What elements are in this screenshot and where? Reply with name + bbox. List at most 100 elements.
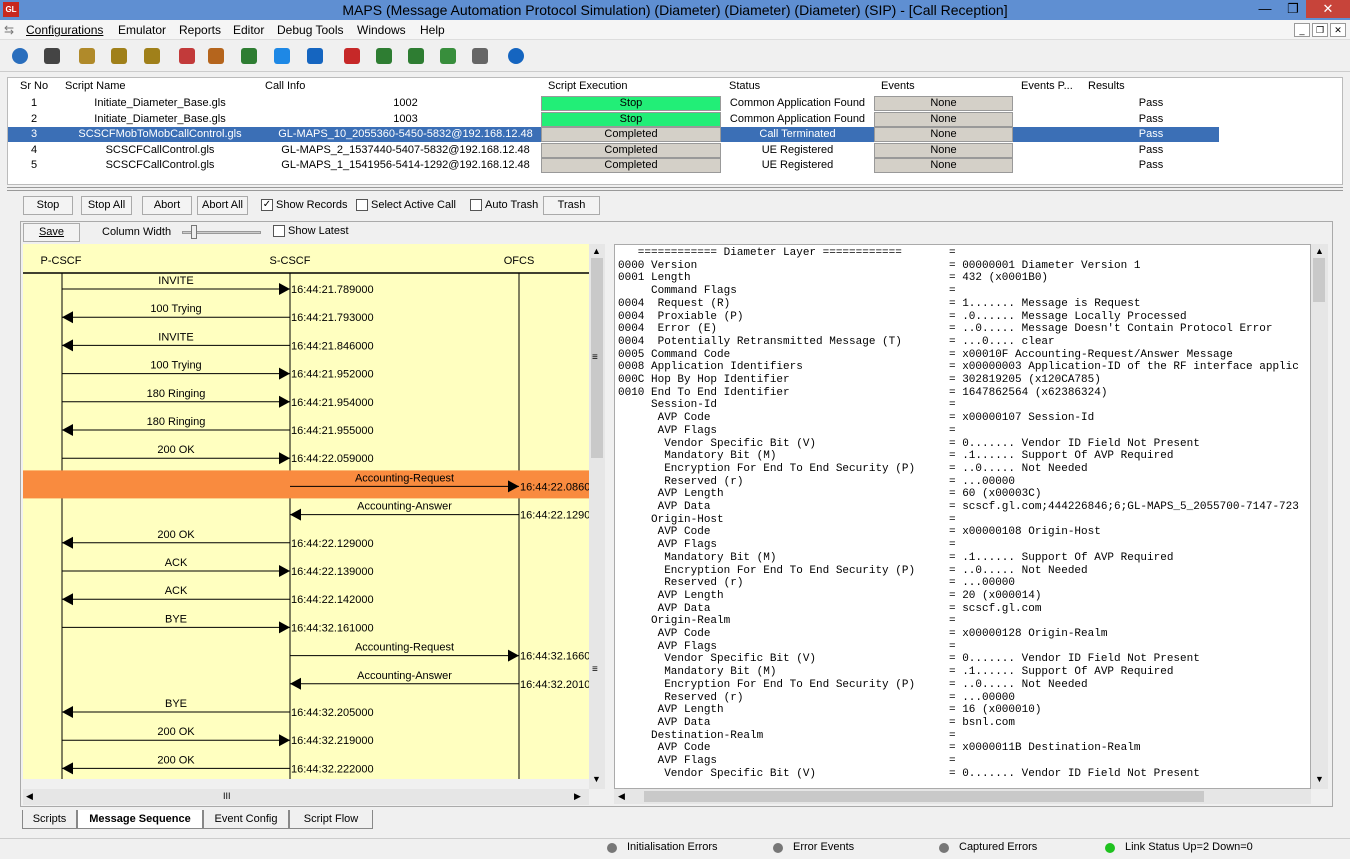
help-icon[interactable] <box>504 44 528 68</box>
decode-line[interactable]: 0000 Version = 00000001 Diameter Version … <box>618 260 1310 273</box>
decode-line[interactable]: AVP Length = 60 (x00003C) <box>618 488 1310 501</box>
table-row[interactable]: 2 Initiate_Diameter_Base.gls 1003 Stop Commo… <box>8 111 1344 127</box>
decode-line[interactable]: AVP Flags = <box>618 755 1310 768</box>
decode-line[interactable]: 0004 Error (E) = ..0..... Message Doesn't… <box>618 323 1310 336</box>
menu-help[interactable]: Help <box>420 23 445 37</box>
profile2-icon[interactable] <box>140 44 164 68</box>
database-icon[interactable] <box>175 44 199 68</box>
pause-icon[interactable] <box>404 44 428 68</box>
header-events[interactable]: Events <box>881 80 915 94</box>
tab-scripts[interactable]: Scripts <box>22 810 77 829</box>
decode-line[interactable]: AVP Flags = <box>618 641 1310 654</box>
app-menu-icon[interactable]: ⇆ <box>4 23 14 37</box>
table-row[interactable]: 3 SCSCFMobToMobCallControl.gls GL-MAPS_10_… <box>8 127 1219 142</box>
menu-reports[interactable]: Reports <box>179 23 221 37</box>
decode-vertical-scrollbar[interactable]: ▲ ▼ <box>1311 244 1328 789</box>
stop-script-icon[interactable] <box>340 44 364 68</box>
error-events-label[interactable]: Error Events <box>793 841 854 853</box>
gear-icon[interactable] <box>8 44 32 68</box>
script-icon[interactable] <box>75 44 99 68</box>
profile-icon[interactable] <box>107 44 131 68</box>
decode-line[interactable]: Encryption For End To End Security (P) = … <box>618 463 1310 476</box>
events-button[interactable]: None <box>874 96 1013 111</box>
decode-line[interactable]: AVP Code = x00000108 Origin-Host <box>618 526 1310 539</box>
scroll-left-icon[interactable]: ◀ <box>26 791 33 802</box>
menu-editor[interactable]: Editor <box>233 23 264 37</box>
decode-line[interactable]: 0004 Proxiable (P) = .0...... Message Loc… <box>618 311 1310 324</box>
auto-trash-checkbox[interactable] <box>470 199 482 211</box>
script-execution-button[interactable]: Completed <box>541 158 721 173</box>
trash-button[interactable]: Trash <box>543 196 600 215</box>
script-execution-button[interactable]: Completed <box>541 142 721 158</box>
show-latest-checkbox[interactable] <box>273 225 285 237</box>
decode-line[interactable]: AVP Code = x00000128 Origin-Realm <box>618 628 1310 641</box>
decode-line[interactable]: 0004 Potentially Retransmitted Message (… <box>618 336 1310 349</box>
tab-event-config[interactable]: Event Config <box>203 810 289 829</box>
decode-line[interactable]: Destination-Realm = <box>618 730 1310 743</box>
stop-button[interactable]: Stop <box>23 196 73 215</box>
decode-line[interactable]: Vendor Specific Bit (V) = 0....... Vendor… <box>618 768 1310 781</box>
scroll-down-icon[interactable]: ▼ <box>1315 774 1324 784</box>
decode-line[interactable]: AVP Data = scscf.gl.com <box>618 603 1310 616</box>
events-button[interactable]: None <box>874 142 1013 158</box>
mdi-minimize-button[interactable]: _ <box>1294 23 1310 37</box>
tab-message-sequence[interactable]: Message Sequence <box>77 810 203 829</box>
select-active-call-checkbox[interactable] <box>356 199 368 211</box>
decode-line[interactable]: Origin-Host = <box>618 514 1310 527</box>
table-row[interactable]: 1 Initiate_Diameter_Base.gls 1002 Stop Commo… <box>8 96 1344 111</box>
header-script-name[interactable]: Script Name <box>65 80 126 94</box>
abort-all-button[interactable]: Abort All <box>197 196 248 215</box>
decode-line[interactable]: 0008 Application Identifiers = x00000003 … <box>618 361 1310 374</box>
decode-line[interactable]: 0005 Command Code = x00010F Accounting-Re… <box>618 349 1310 362</box>
script-execution-button[interactable]: Stop <box>541 111 721 127</box>
decode-line[interactable]: AVP Code = x0000011B Destination-Realm <box>618 742 1310 755</box>
broom-icon[interactable] <box>468 44 492 68</box>
decode-line[interactable]: 000C Hop By Hop Identifier = 302819205 (x… <box>618 374 1310 387</box>
scroll-left-icon[interactable]: ◀ <box>618 791 625 802</box>
exchange-icon[interactable] <box>436 44 460 68</box>
tools-icon[interactable] <box>303 44 327 68</box>
events-button[interactable]: None <box>874 127 1013 142</box>
show-records-checkbox[interactable]: ✓ <box>261 199 273 211</box>
column-width-slider-thumb[interactable] <box>191 225 197 239</box>
decode-line[interactable]: Reserved (r) = ...00000 <box>618 692 1310 705</box>
menu-emulator[interactable]: Emulator <box>118 23 166 37</box>
briefcase-icon[interactable] <box>204 44 228 68</box>
edit-icon[interactable] <box>270 44 294 68</box>
decode-line[interactable]: Mandatory Bit (M) = .1...... Support Of A… <box>618 552 1310 565</box>
restart-icon[interactable] <box>372 44 396 68</box>
menu-configurations[interactable]: Configurations <box>26 23 103 37</box>
scroll-down-icon[interactable]: ▼ <box>592 774 601 784</box>
splitter[interactable] <box>7 187 1343 191</box>
events-button[interactable]: None <box>874 158 1013 173</box>
table-row[interactable]: 5 SCSCFCallControl.gls GL-MAPS_1_1541956-5… <box>8 158 1344 173</box>
decode-line[interactable]: Mandatory Bit (M) = .1...... Support Of A… <box>618 666 1310 679</box>
restore-button[interactable]: ❐ <box>1280 0 1306 18</box>
init-errors-label[interactable]: Initialisation Errors <box>627 841 717 853</box>
header-call-info[interactable]: Call Info <box>265 80 305 94</box>
decode-line[interactable]: 0004 Request (R) = 1....... Message is Re… <box>618 298 1310 311</box>
decode-line[interactable]: Vendor Specific Bit (V) = 0....... Vendor… <box>618 438 1310 451</box>
decode-line[interactable]: Origin-Realm = <box>618 615 1310 628</box>
scroll-right-icon[interactable]: ▶ <box>574 791 581 802</box>
decode-horizontal-scrollbar[interactable]: ◀ <box>614 789 1311 804</box>
script-execution-button[interactable]: Stop <box>541 96 721 111</box>
save-button[interactable]: Save <box>23 223 80 242</box>
abort-button[interactable]: Abort <box>142 196 192 215</box>
decode-line[interactable]: Encryption For End To End Security (P) = … <box>618 679 1310 692</box>
user-icon[interactable] <box>237 44 261 68</box>
menu-windows[interactable]: Windows <box>357 23 406 37</box>
decode-line[interactable]: Mandatory Bit (M) = .1...... Support Of A… <box>618 450 1310 463</box>
header-sr-no[interactable]: Sr No <box>20 80 48 94</box>
header-script-execution[interactable]: Script Execution <box>548 80 627 94</box>
decode-line[interactable]: AVP Flags = <box>618 539 1310 552</box>
scroll-up-icon[interactable]: ▲ <box>592 246 601 256</box>
sequence-vertical-scrollbar[interactable]: ▲ ≡ ≡ ▼ <box>589 244 605 789</box>
decode-line[interactable]: 0001 Length = 432 (x0001B0) <box>618 272 1310 285</box>
script-execution-button[interactable]: Completed <box>541 127 721 142</box>
decode-line[interactable]: AVP Data = scscf.gl.com;444226846;6;GL-MA… <box>618 501 1310 514</box>
decode-line[interactable]: AVP Data = bsnl.com <box>618 717 1310 730</box>
header-events-p[interactable]: Events P... <box>1021 80 1073 94</box>
decode-line[interactable]: 0010 End To End Identifier = 1647862564 (… <box>618 387 1310 400</box>
decode-scroll-thumb[interactable] <box>1313 258 1325 302</box>
